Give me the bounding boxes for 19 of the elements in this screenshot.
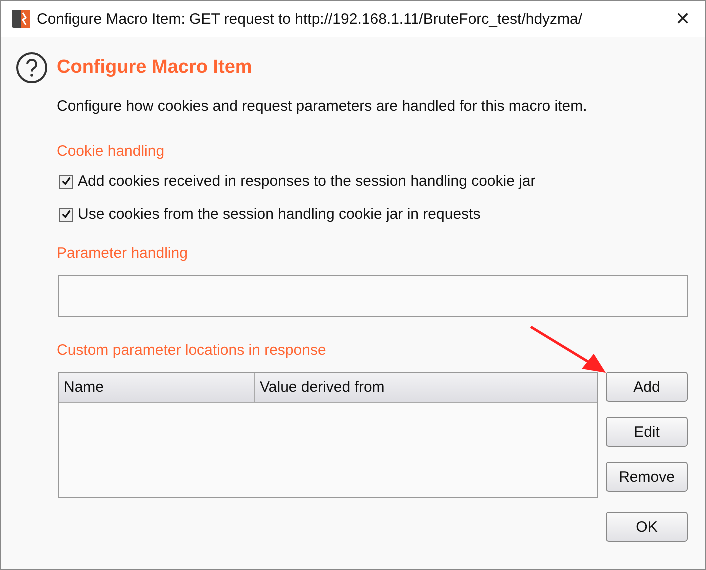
app-logo-icon xyxy=(11,9,31,29)
help-icon xyxy=(16,52,48,84)
column-header[interactable]: Name xyxy=(59,373,255,402)
window-title: Configure Macro Item: GET request to http://192.168.1.11/BruteForc_test/hdyzma/ xyxy=(37,10,583,28)
description-text: Configure how cookies and request parameters are handled for this macro item. xyxy=(57,98,588,115)
ok-button[interactable]: OK xyxy=(606,512,688,542)
checkbox-label: Add cookies received in responses to the session handling cookie jar xyxy=(78,173,536,190)
section-label: Custom parameter locations in response xyxy=(57,342,328,359)
checkbox[interactable] xyxy=(59,174,73,188)
action-button[interactable]: Edit xyxy=(606,417,688,447)
action-button[interactable]: Add xyxy=(606,372,688,402)
action-button[interactable]: Remove xyxy=(606,462,688,492)
close-button[interactable]: ✕ xyxy=(661,1,705,37)
checkbox[interactable] xyxy=(59,208,73,222)
checkbox-label: Use cookies from the session handling cookie jar in requests xyxy=(78,206,481,223)
dialog-heading: Configure Macro Item xyxy=(57,57,252,79)
section-label: Parameter handling xyxy=(57,245,189,262)
column-header[interactable]: Value derived from xyxy=(255,373,597,402)
section-label: Cookie handling xyxy=(57,143,166,160)
